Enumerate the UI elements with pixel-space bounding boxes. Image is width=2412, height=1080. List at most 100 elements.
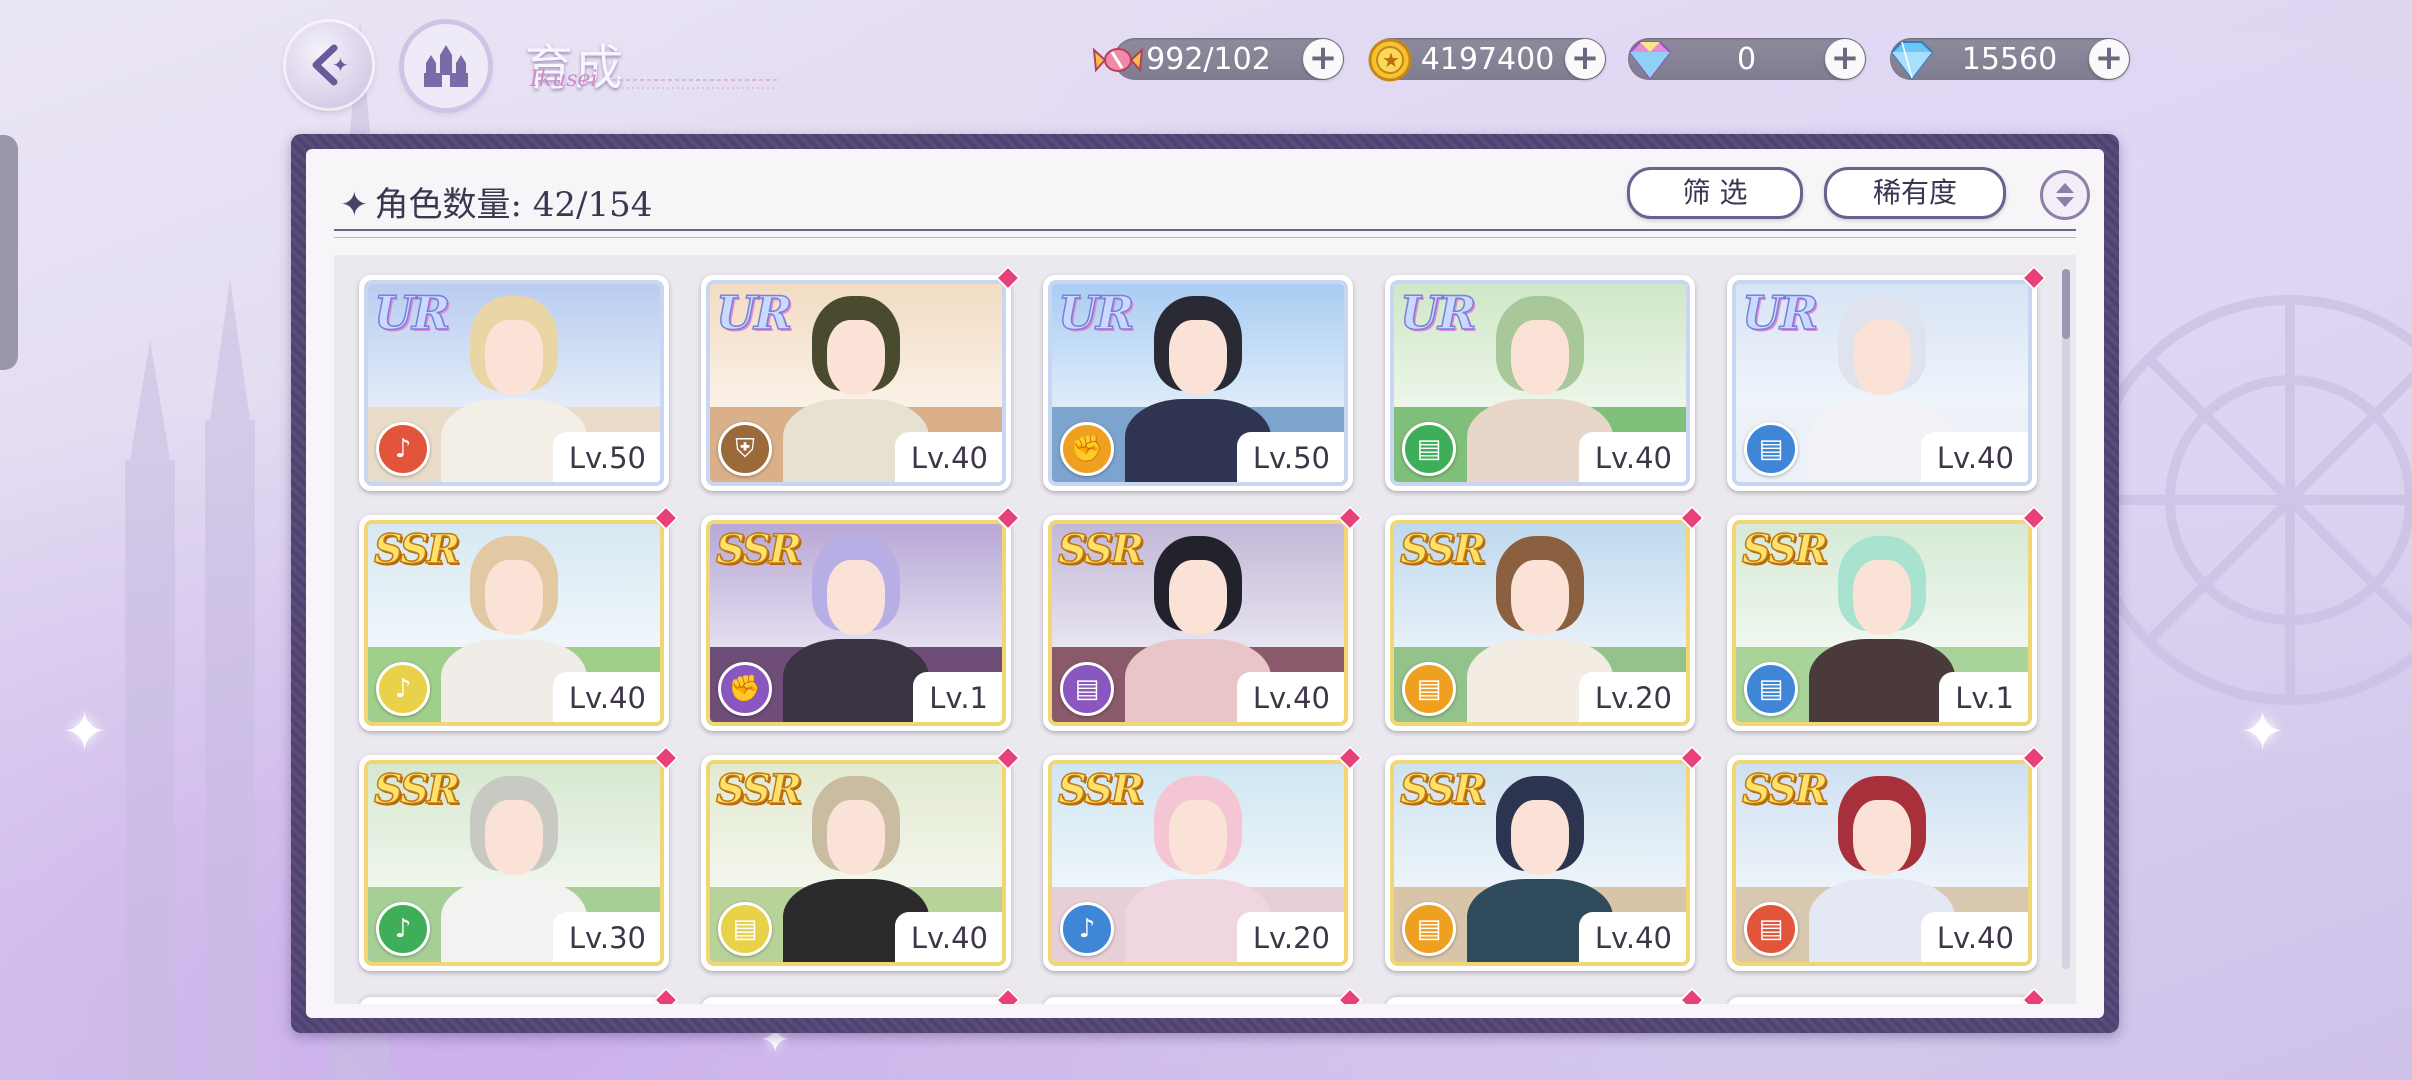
card-icon: ▤ bbox=[1402, 902, 1456, 956]
rarity-badge: SSR bbox=[373, 765, 461, 814]
character-portrait: SSR ✊ Lv.1 bbox=[706, 520, 1006, 726]
diamond-icon bbox=[1890, 41, 1934, 80]
card-icon: ▤ bbox=[1060, 662, 1114, 716]
add-gold-button[interactable]: + bbox=[1565, 39, 1605, 79]
character-card[interactable]: UR ⛨ Lv.40 bbox=[701, 265, 1021, 491]
side-drawer-tab[interactable] bbox=[0, 135, 18, 370]
rarity-badge: SSR bbox=[373, 525, 461, 574]
character-portrait: SSR ▤ Lv.20 bbox=[1390, 520, 1690, 726]
resource-candy: 992/102 + bbox=[1092, 38, 1344, 80]
character-card[interactable]: SSR ▤ Lv.40 bbox=[1727, 745, 2047, 971]
character-card[interactable]: UR ♪ Lv.50 bbox=[359, 275, 669, 491]
character-card[interactable]: SSR ▤ Lv.40 bbox=[1385, 745, 1705, 971]
character-card[interactable]: SSR ✊ Lv.1 bbox=[701, 505, 1021, 731]
rarity-badge: UR bbox=[1741, 285, 1819, 341]
level-label: Lv.40 bbox=[1236, 672, 1344, 722]
scrollbar-thumb[interactable] bbox=[2062, 269, 2070, 339]
new-marker-icon bbox=[653, 987, 679, 1004]
level-label: Lv.1 bbox=[1939, 672, 2028, 722]
character-card[interactable]: UR ▤ Lv.40 bbox=[1727, 265, 2047, 491]
character-card[interactable]: SSR ▤ Lv.40 bbox=[701, 745, 1021, 971]
grid-scrollbar[interactable] bbox=[2062, 269, 2070, 969]
castle-home-icon bbox=[424, 45, 468, 87]
character-portrait: SSR ▤ Lv.40 bbox=[1048, 520, 1348, 726]
new-marker-icon bbox=[1679, 987, 1705, 1004]
resource-gold: ★ 4197400 + bbox=[1368, 38, 1606, 82]
character-panel: ✦ 角色数量: 42/154 筛 选 稀有度 UR ♪ Lv.50 UR ⛨ Lv.40 UR… bbox=[291, 134, 2119, 1033]
rarity-badge: UR bbox=[715, 285, 793, 341]
character-card[interactable]: SSR ▤ Lv.40 bbox=[1043, 505, 1363, 731]
character-count: ✦ 角色数量: 42/154 bbox=[340, 177, 652, 226]
svg-text:✦: ✦ bbox=[332, 53, 349, 77]
character-portrait: UR ♪ Lv.50 bbox=[364, 280, 664, 486]
level-label: Lv.30 bbox=[552, 912, 660, 962]
add-diamond-button[interactable]: + bbox=[2089, 39, 2129, 79]
candy-icon bbox=[1092, 47, 1144, 73]
character-card-partial[interactable] bbox=[1043, 987, 1363, 1004]
title-script: Ikusei bbox=[529, 67, 598, 92]
rarity-badge: SSR bbox=[1399, 525, 1487, 574]
filter-button[interactable]: 筛 选 bbox=[1627, 167, 1803, 219]
character-card-partial[interactable] bbox=[359, 987, 679, 1004]
trumpet-icon: ♪ bbox=[376, 662, 430, 716]
star-bullet-icon: ✦ bbox=[340, 185, 369, 225]
character-portrait: SSR ♪ Lv.30 bbox=[364, 760, 664, 966]
new-marker-icon bbox=[1337, 987, 1363, 1004]
character-card[interactable]: SSR ♪ Lv.40 bbox=[359, 505, 679, 731]
character-card[interactable]: SSR ♪ Lv.20 bbox=[1043, 745, 1363, 971]
character-portrait: UR ⛨ Lv.40 bbox=[706, 280, 1006, 486]
character-card[interactable]: SSR ▤ Lv.20 bbox=[1385, 505, 1705, 731]
character-card[interactable]: UR ▤ Lv.40 bbox=[1385, 275, 1695, 491]
rarity-badge: UR bbox=[373, 285, 451, 341]
character-grid[interactable]: UR ♪ Lv.50 UR ⛨ Lv.40 UR ✊ Lv.50 UR ▤ Lv.40 UR ▤ Lv.40… bbox=[334, 255, 2076, 1004]
level-label: Lv.1 bbox=[913, 672, 1002, 722]
card-icon: ▤ bbox=[1744, 902, 1798, 956]
card-icon: ▤ bbox=[1744, 662, 1798, 716]
level-label: Lv.40 bbox=[894, 912, 1002, 962]
character-portrait: SSR ▤ Lv.40 bbox=[1732, 760, 2032, 966]
title-script-decoration: Ikusei bbox=[529, 67, 777, 92]
trumpet-icon: ♪ bbox=[376, 422, 430, 476]
level-label: Lv.40 bbox=[894, 432, 1002, 482]
sort-arrows-icon bbox=[2056, 183, 2074, 207]
sort-rarity-button[interactable]: 稀有度 bbox=[1824, 167, 2006, 219]
character-portrait: SSR ▤ Lv.40 bbox=[706, 760, 1006, 966]
fist-icon: ✊ bbox=[718, 662, 772, 716]
back-button[interactable]: ✦ bbox=[286, 22, 372, 108]
card-icon: ▤ bbox=[1744, 422, 1798, 476]
character-portrait: SSR ▤ Lv.1 bbox=[1732, 520, 2032, 726]
add-rainbow-gem-button[interactable]: + bbox=[1825, 39, 1865, 79]
add-candy-button[interactable]: + bbox=[1303, 39, 1343, 79]
rarity-badge: SSR bbox=[1057, 765, 1145, 814]
character-card-partial[interactable] bbox=[1727, 987, 2047, 1004]
level-label: Lv.50 bbox=[552, 432, 660, 482]
rarity-badge: SSR bbox=[1399, 765, 1487, 814]
rarity-badge: UR bbox=[1057, 285, 1135, 341]
character-card[interactable]: SSR ▤ Lv.1 bbox=[1727, 505, 2047, 731]
character-portrait: SSR ▤ Lv.40 bbox=[1390, 760, 1690, 966]
character-card-partial[interactable] bbox=[1385, 987, 1705, 1004]
character-portrait: UR ▤ Lv.40 bbox=[1390, 280, 1690, 486]
rarity-badge: SSR bbox=[1057, 525, 1145, 574]
character-card[interactable]: SSR ♪ Lv.30 bbox=[359, 745, 679, 971]
new-marker-icon bbox=[995, 987, 1021, 1004]
shield-icon: ⛨ bbox=[718, 422, 772, 476]
character-card[interactable]: UR ✊ Lv.50 bbox=[1043, 275, 1353, 491]
trumpet-icon: ♪ bbox=[1060, 902, 1114, 956]
back-arrow-icon: ✦ bbox=[312, 44, 349, 86]
character-portrait: SSR ♪ Lv.20 bbox=[1048, 760, 1348, 966]
sort-order-button[interactable] bbox=[2040, 170, 2090, 220]
fist-icon: ✊ bbox=[1060, 422, 1114, 476]
trumpet-icon: ♪ bbox=[376, 902, 430, 956]
rarity-badge: UR bbox=[1399, 285, 1477, 341]
character-card-partial[interactable] bbox=[701, 987, 1021, 1004]
header-divider bbox=[334, 229, 2076, 238]
level-label: Lv.40 bbox=[1578, 432, 1686, 482]
level-label: Lv.40 bbox=[1578, 912, 1686, 962]
character-portrait: UR ▤ Lv.40 bbox=[1732, 280, 2032, 486]
rarity-badge: SSR bbox=[1741, 765, 1829, 814]
sparkle-icon: ✦ bbox=[62, 700, 108, 763]
home-button[interactable] bbox=[404, 24, 488, 108]
svg-text:★: ★ bbox=[1382, 48, 1400, 72]
card-icon: ▤ bbox=[1402, 422, 1456, 476]
